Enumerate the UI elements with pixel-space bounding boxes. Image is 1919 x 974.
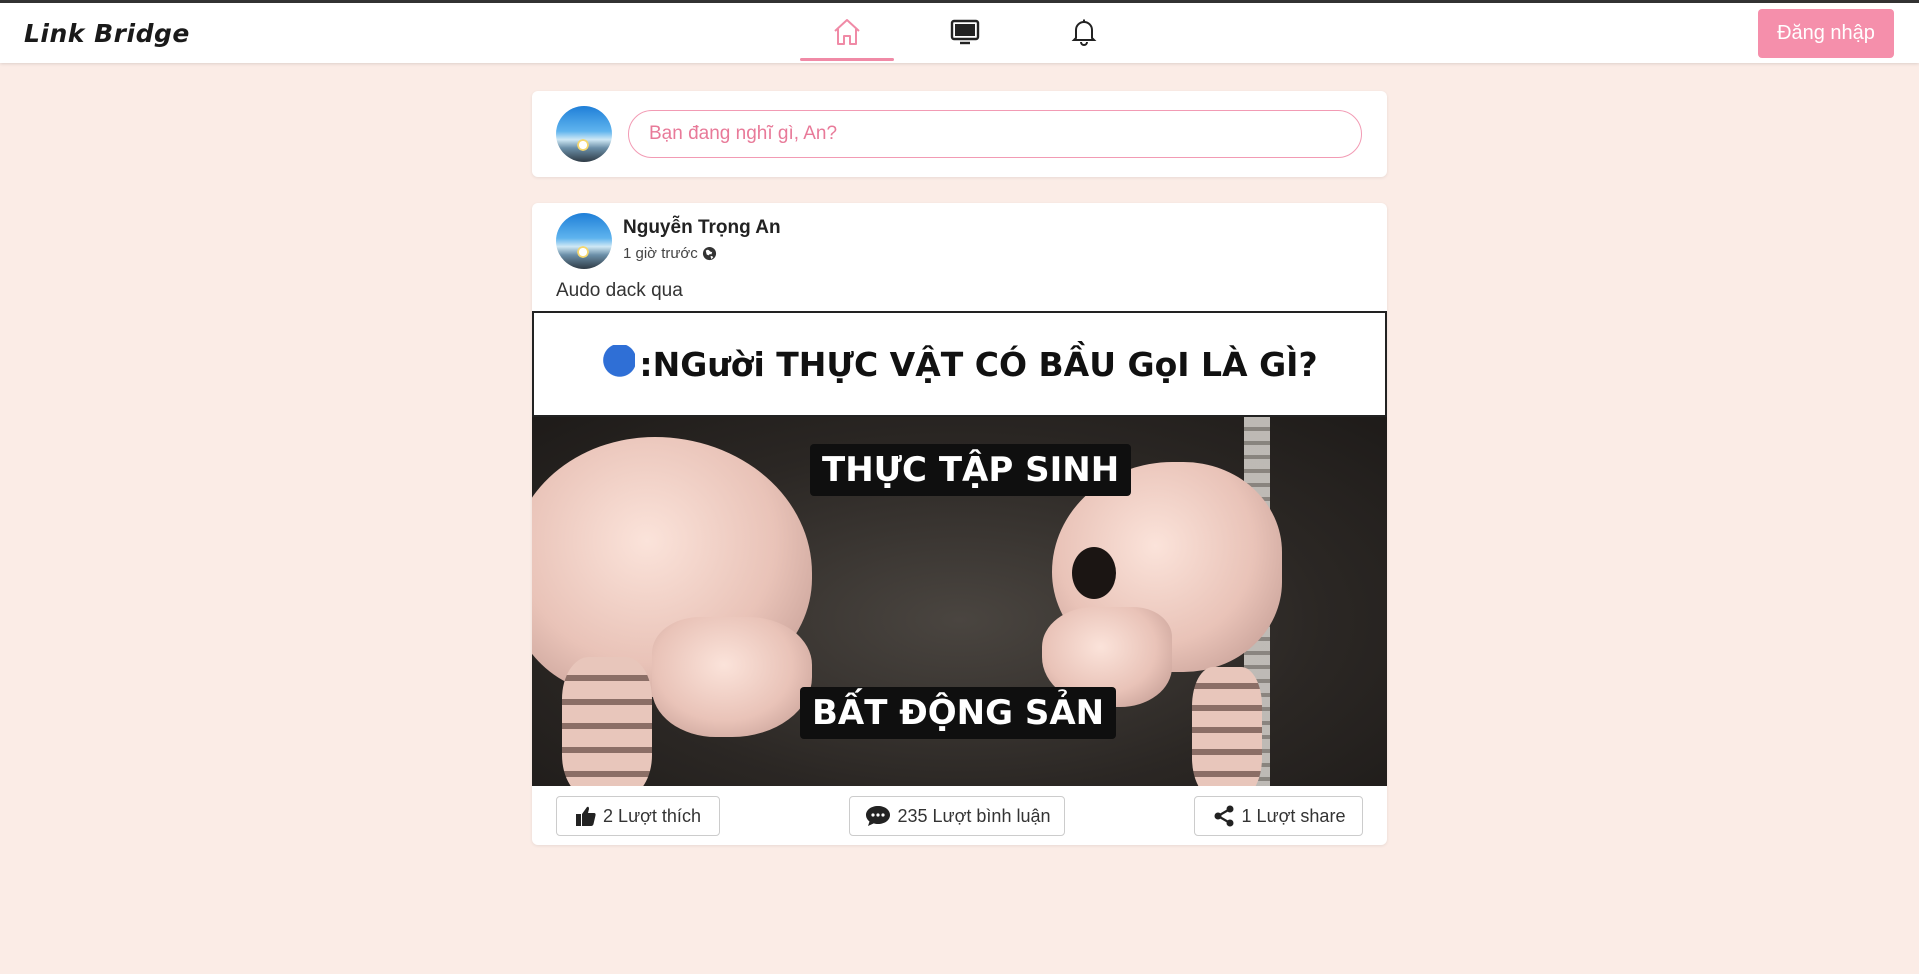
image-caption-box: :NGười THỰC VẬT CÓ BẦU GọI LÀ GÌ?	[532, 311, 1387, 417]
app-logo[interactable]: Link Bridge	[24, 19, 190, 48]
nav-watch-tab[interactable]	[918, 3, 1012, 61]
compose-input[interactable]: Bạn đang nghĩ gì, An?	[628, 110, 1362, 158]
share-icon	[1212, 804, 1236, 828]
image-caption: :NGười THỰC VẬT CÓ BẦU GọI LÀ GÌ?	[639, 344, 1318, 384]
share-count: 1 Lượt share	[1241, 805, 1346, 826]
right-skull-eye	[1072, 547, 1116, 599]
left-skull-jaw	[652, 617, 812, 737]
nav-notifications-tab[interactable]	[1037, 3, 1131, 61]
label-top: THỰC TẬP SINH	[810, 444, 1132, 496]
bell-icon	[1071, 18, 1097, 46]
globe-icon	[702, 246, 717, 261]
like-count: 2 Lượt thích	[603, 805, 701, 826]
login-button[interactable]: Đăng nhập	[1758, 9, 1894, 58]
post-meta: 1 giờ trước	[623, 245, 717, 262]
thumbs-up-icon	[575, 805, 597, 827]
comment-icon	[864, 804, 892, 828]
skeleton-meme-scene: THỰC TẬP SINH BẤT ĐỘNG SẢN	[532, 417, 1387, 786]
speaking-head-icon	[601, 345, 636, 383]
share-button[interactable]: 1 Lượt share	[1194, 796, 1363, 836]
post-author-name[interactable]: Nguyễn Trọng An	[623, 217, 781, 239]
post-text: Audo dack qua	[556, 280, 683, 301]
post-image[interactable]: :NGười THỰC VẬT CÓ BẦU GọI LÀ GÌ? THỰC T…	[532, 311, 1387, 786]
top-navbar: Link Bridge Đăng nhập	[0, 3, 1919, 63]
left-spine	[562, 657, 652, 786]
author-avatar[interactable]	[556, 213, 612, 269]
label-bottom: BẤT ĐỘNG SẢN	[800, 687, 1117, 739]
home-icon	[832, 18, 862, 46]
post-composer: Bạn đang nghĩ gì, An?	[532, 91, 1387, 177]
like-button[interactable]: 2 Lượt thích	[556, 796, 720, 836]
comment-count: 235 Lượt bình luận	[897, 805, 1051, 826]
avatar[interactable]	[556, 106, 612, 162]
post-time[interactable]: 1 giờ trước	[623, 245, 698, 262]
post-card: Nguyễn Trọng An 1 giờ trước Audo dack qu…	[532, 203, 1387, 845]
right-spine	[1192, 667, 1262, 786]
nav-home-tab[interactable]	[800, 3, 894, 61]
comment-button[interactable]: 235 Lượt bình luận	[849, 796, 1065, 836]
tv-icon	[950, 19, 980, 45]
